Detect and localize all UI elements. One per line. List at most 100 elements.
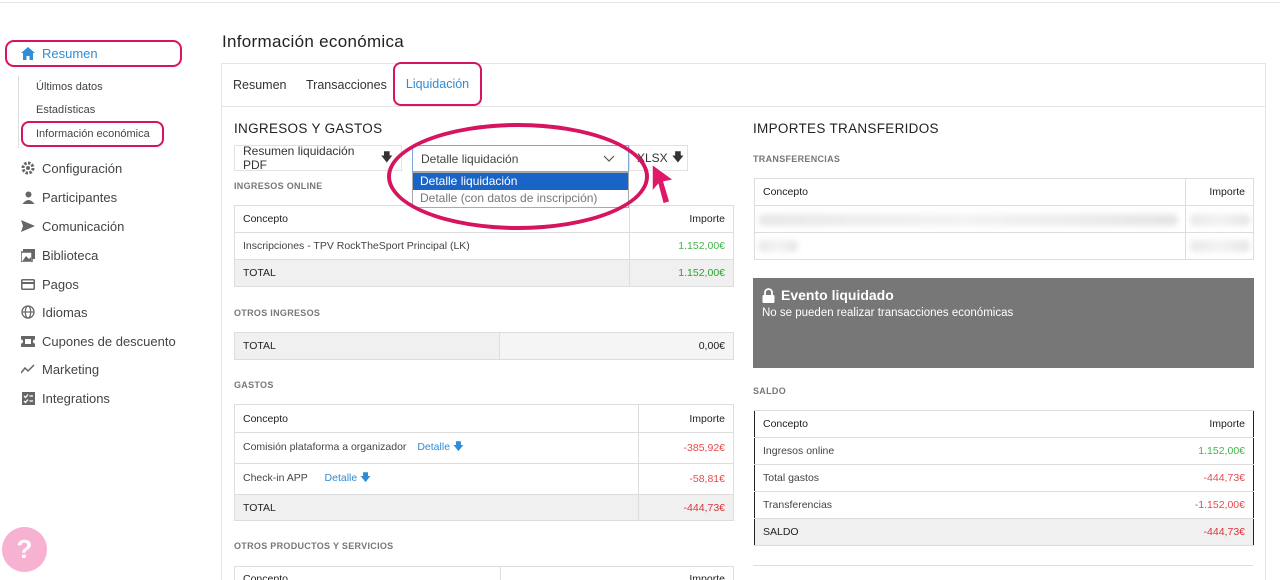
total-label: TOTAL [234,332,500,360]
help-button[interactable]: ? [2,527,47,572]
header-importe: Importe [500,566,734,580]
sidebar-subnav: Últimos datos Estadísticas Información e… [18,76,188,148]
table-total-row: TOTAL -444,73€ [234,494,734,521]
header-concepto: Concepto [754,178,1186,206]
header-importe: Importe [1185,178,1254,206]
trend-icon [20,361,36,377]
row-concept-text: Check-in APP [243,472,308,484]
sidebar-subitem-ultimos-datos[interactable]: Últimos datos [36,81,103,93]
tab-liquidacion[interactable]: Liquidación [393,62,482,106]
sidebar-subitem-estadisticas[interactable]: Estadísticas [36,104,95,116]
sidebar-item-label: Integrations [42,390,110,406]
row-concept: Ingresos online [754,437,1055,465]
sidebar-item-label: Biblioteca [42,247,99,263]
table-row: Ingresos online 1.152,00€ [754,437,1254,465]
table-header-row: Concepto Importe [234,404,734,433]
blurred-row [754,232,1254,259]
total-amount: -444,73€ [1054,518,1254,546]
table-total-row: TOTAL 1.152,00€ [234,259,734,287]
otros-productos-table: Concepto Importe [234,566,734,580]
header-concepto: Concepto [754,410,1055,438]
sidebar-item-cupones[interactable]: Cupones de descuento [20,333,176,349]
lock-icon [762,287,775,303]
row-amount: 1.152,00€ [1054,437,1254,465]
gastos-title: GASTOS [234,380,274,390]
header-importe: Importe [638,404,734,433]
sidebar-item-biblioteca[interactable]: Biblioteca [20,247,98,263]
link-label: Detalle [417,441,451,453]
total-amount: 1.152,00€ [629,259,734,287]
ingresos-gastos-title: INGRESOS Y GASTOS [234,121,383,136]
home-icon [21,47,35,60]
total-label: TOTAL [234,259,630,287]
page-title: Información económica [222,32,405,51]
sidebar-item-idiomas[interactable]: Idiomas [20,304,88,320]
sidebar-item-label: Pagos [42,276,79,292]
ticket-icon [20,333,36,349]
total-amount: -444,73€ [638,494,734,521]
sidebar-item-configuracion[interactable]: Configuración [20,160,122,176]
table-row: Comisión plataforma a organizador Detall… [234,432,734,464]
header-importe: Importe [1054,410,1254,438]
card-icon [20,276,36,292]
locked-text: No se pueden realizar transacciones econ… [762,307,1014,319]
otros-productos-title: OTROS PRODUCTOS Y SERVICIOS [234,541,394,551]
row-amount: -385,92€ [638,432,734,464]
table-row: Inscripciones - TPV RockTheSport Princip… [234,232,734,260]
blurred-row [754,206,1254,233]
sidebar-item-pagos[interactable]: Pagos [20,276,79,292]
locked-title-text: Evento liquidado [781,287,894,303]
sidebar-item-participantes[interactable]: Participantes [20,189,117,205]
sidebar-item-label: Resumen [42,46,98,61]
row-concept: Check-in APP Detalle 🡇 [234,463,639,495]
sidebar-item-label: Cupones de descuento [42,333,176,349]
table-row: Total gastos -444,73€ [754,464,1254,492]
section-divider [753,565,1253,566]
tab-resumen[interactable]: Resumen [233,78,287,92]
table-row: Transferencias -1.152,00€ [754,491,1254,519]
row-concept: Total gastos [754,464,1055,492]
send-icon [20,218,36,234]
checklist-icon [20,390,36,406]
table-row: Check-in APP Detalle 🡇 -58,81€ [234,463,734,495]
gastos-table: Concepto Importe Comisión plataforma a o… [234,404,734,521]
sidebar: Resumen Últimos datos Estadísticas Infor… [0,0,200,580]
evento-liquidado-box: Evento liquidado No se pueden realizar t… [753,278,1254,368]
row-amount: -58,81€ [638,463,734,495]
download-icon: 🡇 [360,472,371,484]
header-concepto: Concepto [234,566,501,580]
locked-title: Evento liquidado [762,287,1245,303]
tab-bar: Resumen Transacciones Liquidación [221,62,1266,107]
sidebar-item-label: Marketing [42,361,100,377]
resumen-pdf-button[interactable]: Resumen liquidación PDF 🡇 [234,144,402,172]
row-concept-text: Comisión plataforma a organizador [243,441,407,453]
table-total-row: SALDO -444,73€ [754,518,1254,546]
row-amount: 1.152,00€ [629,232,734,260]
row-amount: -1.152,00€ [1054,491,1254,519]
detalle-link[interactable]: Detalle 🡇 [325,472,371,484]
download-icon: 🡇 [452,441,464,453]
row-amount: -444,73€ [1054,464,1254,492]
table-total-row: TOTAL 0,00€ [234,332,734,360]
ingresos-online-title: INGRESOS ONLINE [234,181,323,191]
sidebar-item-label: Participantes [42,189,118,205]
total-label: TOTAL [234,494,639,521]
link-label: Detalle [324,472,358,484]
globe-icon [20,304,36,320]
sidebar-item-label: Comunicación [42,218,125,234]
gear-icon [20,160,36,176]
tab-transacciones[interactable]: Transacciones [306,78,387,92]
otros-ingresos-table: TOTAL 0,00€ [234,332,734,360]
table-header-row: Concepto Importe [754,410,1254,438]
sidebar-item-resumen[interactable]: Resumen [5,40,182,67]
table-header-row: Concepto Importe [234,566,734,580]
detalle-link[interactable]: Detalle 🡇 [417,441,463,453]
row-concept: Inscripciones - TPV RockTheSport Princip… [234,232,630,260]
sidebar-subitem-informacion-economica[interactable]: Información económica [21,121,164,147]
row-concept: Comisión plataforma a organizador Detall… [234,432,639,464]
header-concepto: Concepto [234,404,639,433]
sidebar-item-comunicacion[interactable]: Comunicación [20,218,124,234]
user-icon [20,189,36,205]
sidebar-item-marketing[interactable]: Marketing [20,361,99,377]
sidebar-item-integrations[interactable]: Integrations [20,390,110,406]
